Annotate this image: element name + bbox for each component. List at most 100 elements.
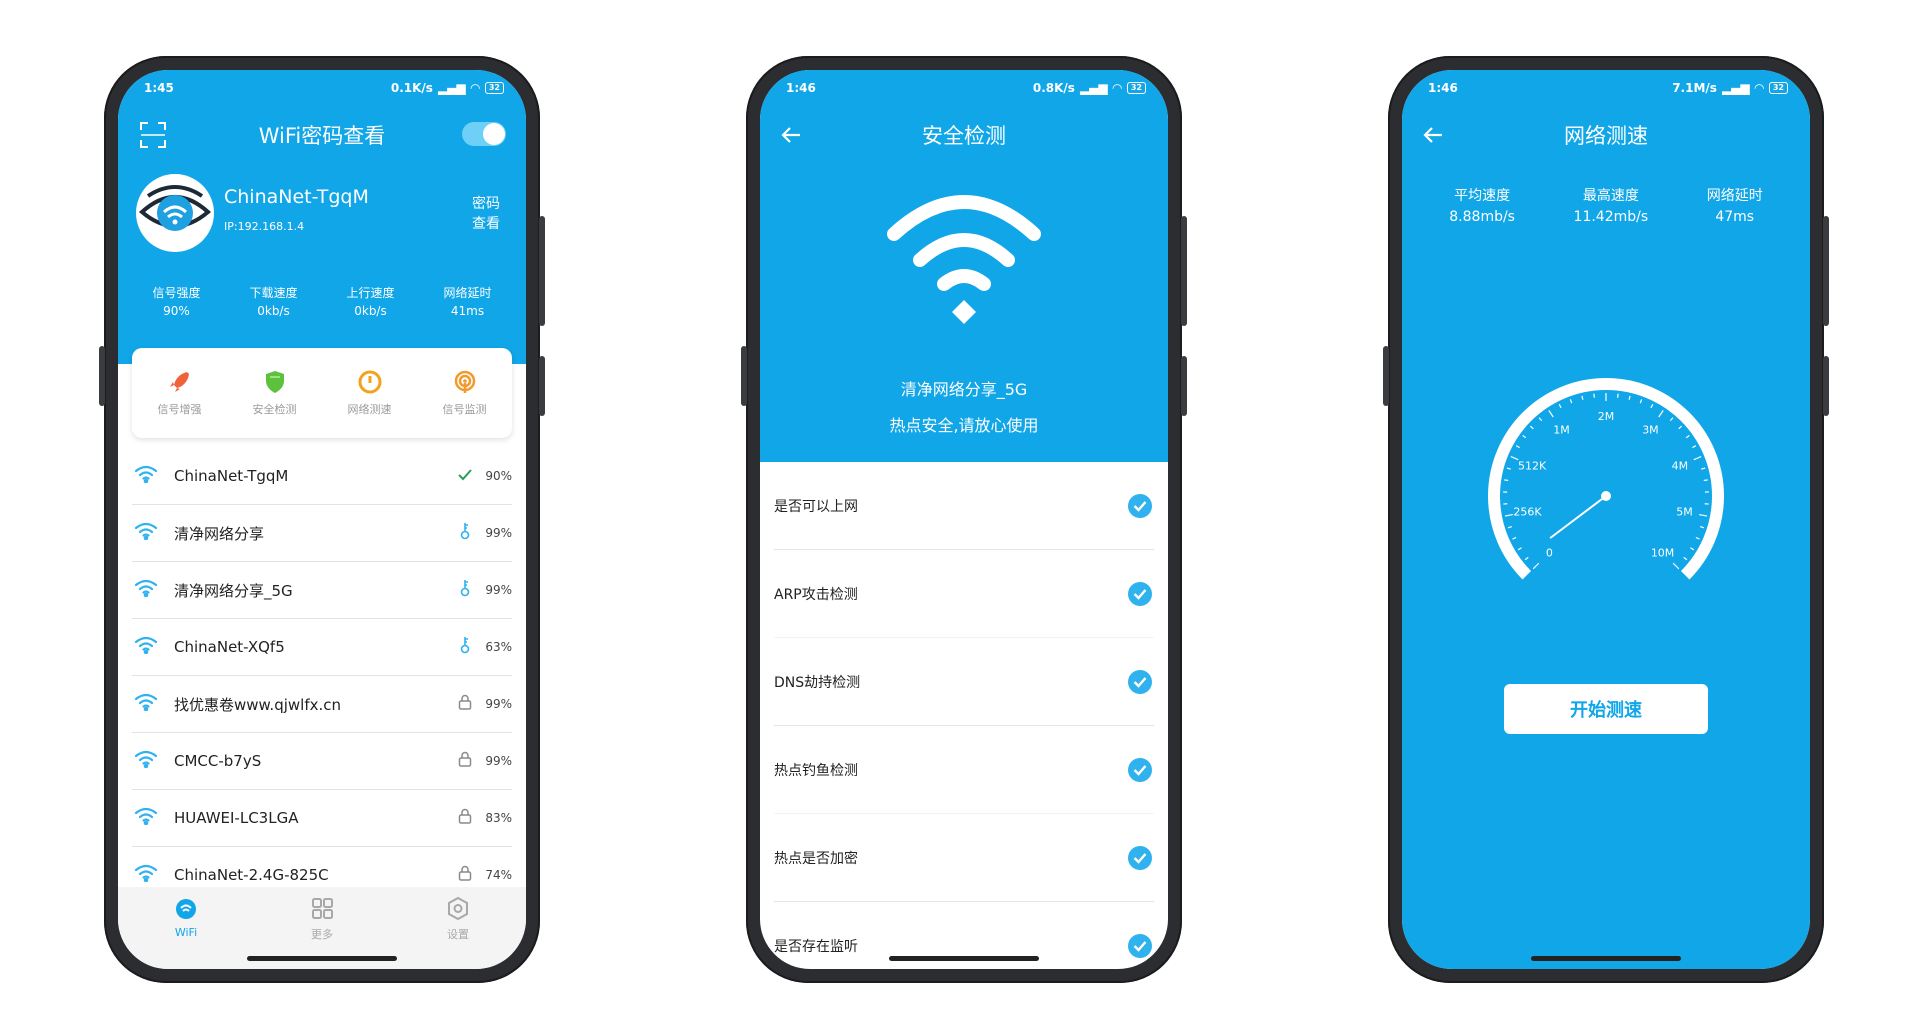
gauge-tick-label: 256K [1513,506,1542,519]
check-item: ARP攻击检测 [774,550,1154,638]
signal-monitor-icon [452,369,478,395]
stat-label: 平均速度 [1454,188,1511,204]
gauge-hub [1601,491,1611,501]
network-stats: 信号强度 90% 下载速度 0kb/s 上行速度 0kb/s 网络延时 41ms [118,284,526,320]
gauge-tick [1532,562,1540,570]
gauge-tick [1690,547,1695,551]
gauge-tick [1669,417,1674,422]
tab-settings[interactable]: 设置 [418,896,498,969]
gauge-tick-label: 5M [1676,506,1693,519]
gauge-tick-label: 1M [1553,423,1570,436]
stat-value: 41ms [450,304,485,318]
gauge-tick [1548,410,1554,418]
lock-icon [454,865,476,885]
checked-network-name: 清净网络分享_5G [900,380,1028,399]
gauge-tick [1569,399,1573,404]
start-speed-test-button[interactable]: 开始测速 [1504,684,1708,734]
status-net-speed: 0.1K/s [390,81,433,95]
wifi-list: ChinaNet-TgqM 90% 清净网络分享 99% 清净网络分享_5G 99% Chi… [132,448,512,904]
stat-value: 90% [163,304,190,318]
stat-label: 最高速度 [1582,188,1639,204]
wifi-list-item[interactable]: HUAWEI-LC3LGA 83% [132,790,512,847]
wifi-list-item[interactable]: ChinaNet-TgqM 90% [132,448,512,505]
status-bar: 1:46 0.8K/s ▂▄▆ ◠ 32 [760,70,1168,106]
page-title: 安全检测 [922,124,1006,148]
tool-label: 信号监测 [442,403,487,416]
battery-icon: 32 [484,82,504,94]
key-icon [454,636,476,658]
gauge-needle [1549,495,1607,539]
wifi-list-item[interactable]: 清净网络分享 99% [132,505,512,562]
wifi-list-item[interactable]: 清净网络分享_5G 99% [132,562,512,619]
check-label: 热点钓鱼检测 [774,762,858,779]
wifi-icon [134,864,160,886]
gauge-tick [1703,479,1708,482]
checkmark-icon [1128,934,1152,958]
battery-icon: 32 [1768,82,1788,94]
status-time: 1:45 [144,81,174,95]
wifi-signal-percent: 99% [485,697,512,711]
stat-value: 0kb/s [354,304,387,318]
shield-icon [262,369,288,395]
phone-side-button [1181,356,1187,416]
tab-label: 设置 [447,928,469,941]
tab-label: 更多 [311,928,333,941]
stat-value: 47ms [1715,209,1755,225]
wifi-name: HUAWEI-LC3LGA [174,809,299,827]
wifi-tab-icon [176,899,196,919]
tab-wifi[interactable]: WiFi [146,897,226,969]
phone-side-button [1823,356,1829,416]
check-item: DNS劫持检测 [774,638,1154,726]
wifi-toggle[interactable] [462,122,506,146]
check-label: 是否存在监听 [774,939,858,955]
wifi-icon [134,579,160,601]
gauge-tick [1504,513,1513,517]
home-indicator [1531,956,1681,961]
wifi-name: ChinaNet-2.4G-825C [174,866,329,884]
connected-ip: IP:192.168.1.4 [224,220,305,233]
phone-speed-test: 1:46 7.1M/s ▂▄▆ ◠ 32 网络测速 平均速度 8.88mb/s 最… [1383,56,1829,983]
tool-signal-monitor[interactable]: 信号监测 [443,369,487,417]
rocket-icon [167,369,193,395]
signal-icon: ▂▄▆ [1079,81,1108,95]
speed-stats: 平均速度 8.88mb/s 最高速度 11.42mb/s 网络延时 47ms [1402,186,1810,228]
tool-speed-test[interactable]: 网络测速 [348,369,392,417]
check-item: 热点是否加密 [774,814,1154,902]
battery-icon: 32 [1126,82,1146,94]
stat-download: 下载速度 0kb/s [249,284,297,320]
gauge-tick [1639,399,1643,404]
home-indicator [889,956,1039,961]
phone-side-button [539,356,545,416]
wifi-icon [134,693,160,715]
gauge-tick [1512,536,1517,540]
wifi-list-item[interactable]: 找优惠卷www.qjwlfx.cn 99% [132,676,512,733]
wifi-list-item[interactable]: CMCC-b7yS 99% [132,733,512,790]
stat-label: 信号强度 [152,286,201,300]
checkmark-icon [1128,757,1152,782]
gauge-tick-label: 4M [1672,459,1689,472]
settings-hexagon-icon [448,896,468,921]
screen: 1:46 7.1M/s ▂▄▆ ◠ 32 网络测速 平均速度 8.88mb/s 最… [1402,70,1810,969]
gauge-tick [1683,556,1688,561]
gauge-tick-label: 10M [1651,547,1675,560]
gauge-tick [1529,425,1534,430]
tool-signal-boost[interactable]: 信号增强 [158,369,202,417]
gauge-tick [1558,403,1562,409]
stat-average-speed: 平均速度 8.88mb/s [1449,186,1515,228]
gauge-tick [1538,417,1543,422]
tool-label: 安全检测 [252,403,297,416]
gauge-tick [1515,445,1520,449]
gauge-tick [1507,526,1513,529]
gauge-tick [1650,403,1654,409]
password-view-button[interactable]: 密码查看 [470,194,502,234]
wifi-name: 清净网络分享_5G [174,581,293,600]
stat-value: 11.42mb/s [1573,209,1649,225]
wifi-list-item[interactable]: ChinaNet-XQf5 63% [132,619,512,676]
wifi-name: 清净网络分享 [174,524,265,543]
lock-icon [454,694,476,714]
gauge-tick [1524,556,1529,561]
status-time: 1:46 [786,81,816,95]
stat-label: 上行速度 [346,286,395,300]
eye-icon [138,185,212,231]
tool-security-check[interactable]: 安全检测 [253,369,297,417]
